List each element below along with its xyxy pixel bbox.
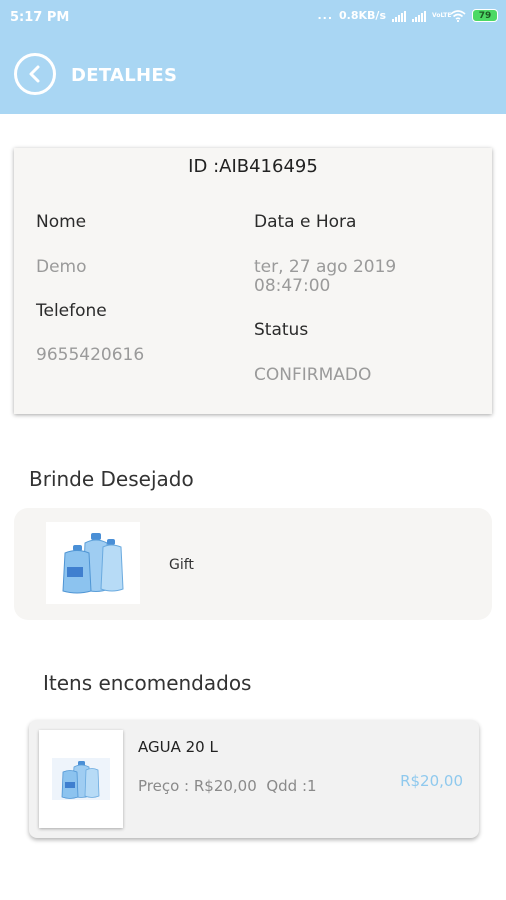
order-id: ID :AIB416495 (188, 156, 318, 177)
item-price: Preço : R$20,00 (138, 777, 257, 795)
item-total: R$20,00 (400, 772, 463, 790)
water-bottles-icon (52, 758, 110, 800)
network-speed: 0.8KB/s (339, 9, 386, 22)
items-section-title: Itens encomendados (43, 671, 252, 695)
signal-2-icon (412, 10, 426, 22)
order-item-card[interactable]: AGUA 20 L Preço : R$20,00 Qdd :1 R$20,00 (29, 720, 479, 838)
status-value: CONFIRMADO (254, 365, 372, 385)
water-bottles-icon (62, 533, 124, 594)
back-button[interactable] (14, 53, 56, 95)
signal-icon (392, 10, 406, 22)
gift-card[interactable]: Gift (14, 508, 492, 620)
datetime-value-time: 08:47:00 (254, 276, 331, 296)
gift-section-title: Brinde Desejado (29, 467, 194, 491)
gift-name: Gift (169, 557, 194, 573)
phone-value: 9655420616 (36, 345, 145, 365)
item-qty: Qdd :1 (266, 777, 317, 795)
app-header: DETALHES (0, 36, 506, 114)
battery-icon: 79 (472, 9, 498, 22)
name-value: Demo (36, 257, 87, 277)
status-bar: 5:17 PM ... 0.8KB/s VoLTE 79 (0, 0, 506, 36)
gift-image (46, 522, 140, 604)
item-image (39, 730, 123, 828)
name-label: Nome (36, 212, 87, 232)
datetime-label: Data e Hora (254, 212, 357, 232)
phone-label: Telefone (36, 301, 107, 321)
wifi-icon (450, 9, 466, 22)
datetime-value-date: ter, 27 ago 2019 (254, 257, 397, 277)
item-price-qty: Preço : R$20,00 Qdd :1 (138, 777, 317, 795)
chevron-left-icon (29, 65, 40, 83)
status-label: Status (254, 320, 309, 340)
item-name: AGUA 20 L (138, 738, 218, 756)
status-icons: ... 0.8KB/s VoLTE 79 (317, 9, 498, 22)
status-time: 5:17 PM (10, 10, 70, 25)
page-title: DETALHES (71, 65, 178, 86)
notification-dots: ... (317, 9, 334, 22)
volte-icon: VoLTE (432, 11, 452, 19)
order-details-card: ID :AIB416495 Nome Demo Telefone 9655420… (14, 148, 492, 414)
